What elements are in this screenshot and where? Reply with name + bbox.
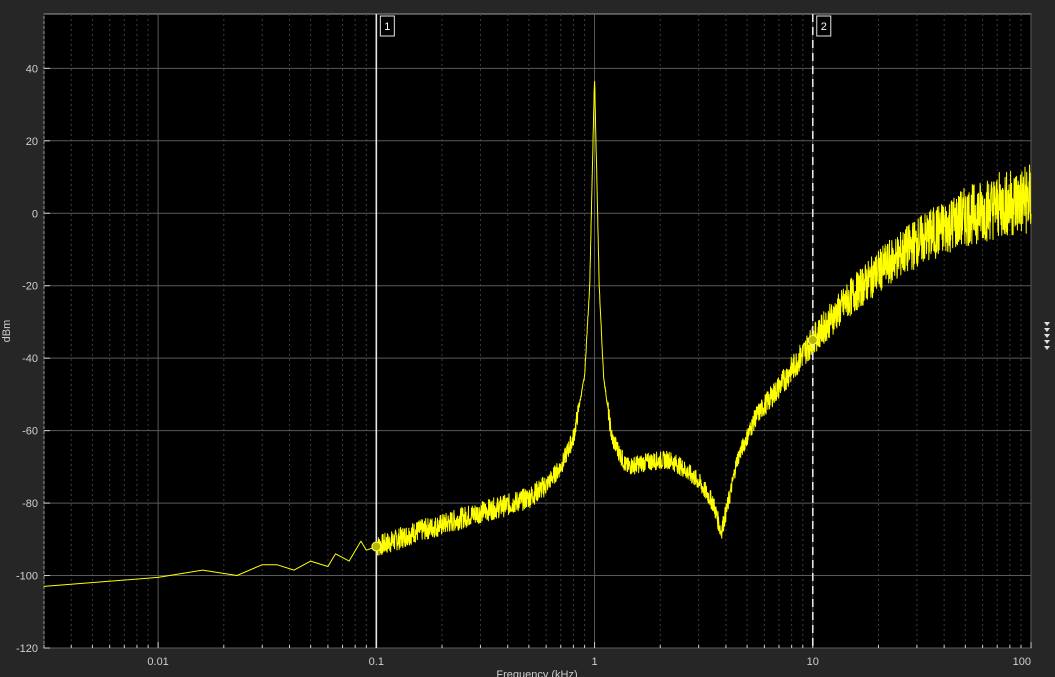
y-tick-label: -80 — [22, 498, 38, 510]
y-tick-label: -20 — [22, 281, 38, 293]
expand-panel-arrows[interactable] — [1044, 322, 1052, 362]
chevron-down-icon — [1044, 322, 1050, 326]
x-tick-label: 0.01 — [147, 656, 168, 668]
y-tick-label: 40 — [26, 63, 38, 75]
chevron-down-icon — [1044, 340, 1050, 344]
y-tick-label: -100 — [16, 571, 38, 583]
cursor-marker — [371, 541, 382, 552]
x-tick-label: 100 — [1013, 656, 1031, 668]
cursor-marker — [807, 335, 818, 346]
y-tick-label: 0 — [32, 208, 38, 220]
chevron-down-icon — [1044, 334, 1050, 338]
spectrum-analyzer-plot: 0.01 0.1 1 10 100 -120-100-80-60-40-2002040 … — [1, 13, 1032, 677]
cursor-label: 1 — [384, 21, 390, 33]
y-axis-label: dBm — [1, 320, 13, 343]
y-tick-label: 20 — [26, 136, 38, 148]
x-tick-label: 1 — [591, 656, 597, 668]
x-tick-label: 0.1 — [369, 656, 384, 668]
plot-area — [43, 13, 1032, 649]
chevron-down-icon — [1044, 328, 1050, 332]
y-tick-label: -60 — [22, 426, 38, 438]
chevron-down-icon — [1044, 346, 1050, 350]
y-tick-label: -40 — [22, 353, 38, 365]
cursor-label: 2 — [821, 21, 827, 33]
x-axis-label: Frequency (kHz) — [496, 669, 577, 677]
x-tick-label: 10 — [807, 656, 819, 668]
y-tick-label: -120 — [16, 643, 38, 655]
